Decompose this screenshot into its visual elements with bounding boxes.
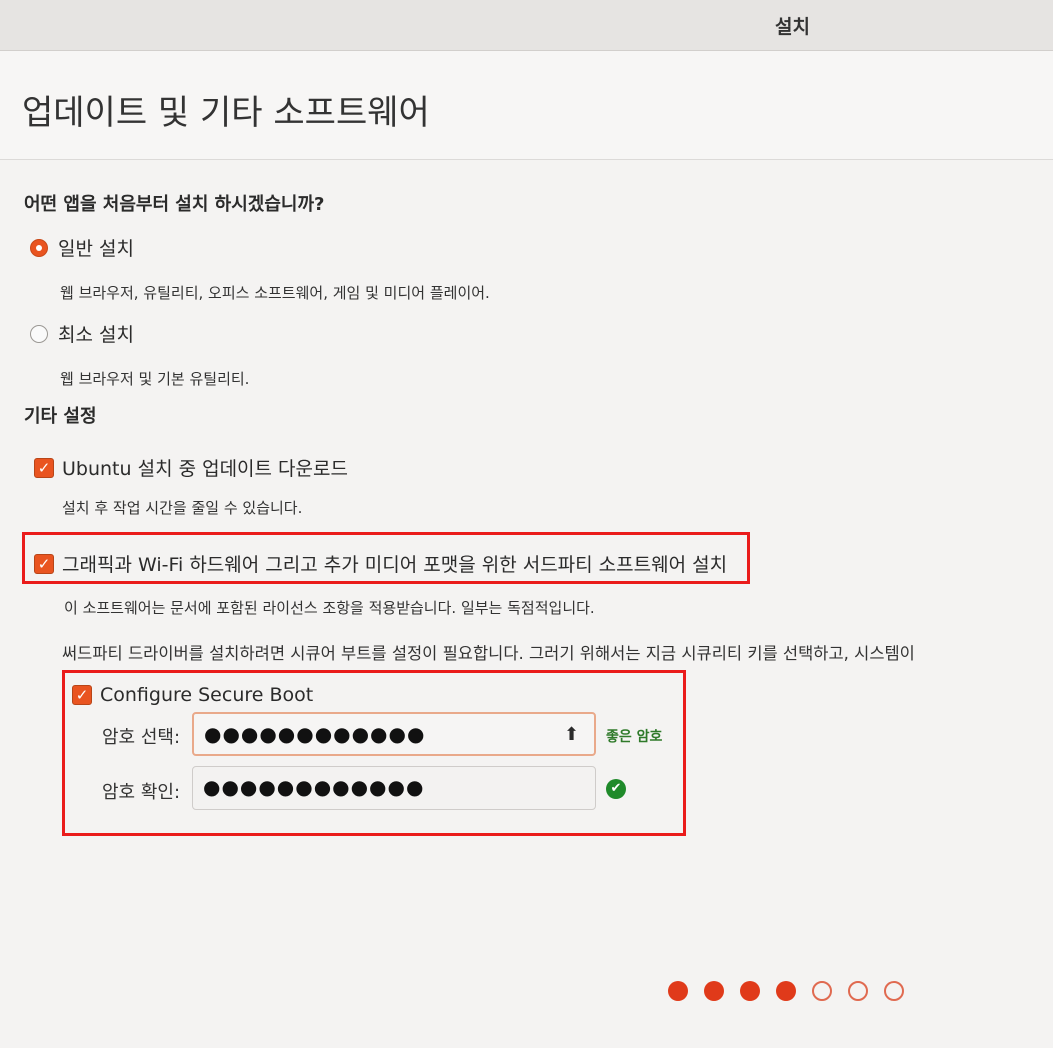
- minimal-install-radio[interactable]: [30, 324, 48, 343]
- title-bar: 설치: [0, 0, 1053, 51]
- normal-install-radio[interactable]: [30, 238, 48, 257]
- secure-boot-option[interactable]: ✓ Configure Secure Boot: [72, 684, 313, 706]
- page-header: 업데이트 및 기타 소프트웨어: [0, 51, 1053, 160]
- progress-dot-3: [740, 981, 760, 1001]
- progress-dot-5: [812, 981, 832, 1001]
- check-circle-icon: ✔: [606, 779, 626, 799]
- minimal-install-description: 웹 브라우저 및 기본 유틸리티.: [60, 370, 250, 388]
- confirm-password-input[interactable]: ●●●●●●●●●●●●: [192, 766, 596, 810]
- download-updates-option[interactable]: ✓ Ubuntu 설치 중 업데이트 다운로드: [34, 454, 348, 481]
- progress-dot-6: [848, 981, 868, 1001]
- third-party-label: 그래픽과 Wi-Fi 하드웨어 그리고 추가 미디어 포맷을 위한 서드파티 소…: [62, 554, 728, 576]
- secure-boot-notice: 써드파티 드라이버를 설치하려면 시큐어 부트를 설정이 필요합니다. 그러기 …: [62, 644, 915, 663]
- minimal-install-option[interactable]: 최소 설치: [30, 320, 134, 347]
- secure-boot-checkbox[interactable]: ✓: [72, 685, 92, 705]
- page-title: 업데이트 및 기타 소프트웨어: [22, 93, 430, 133]
- password-label: 암호 선택:: [102, 727, 181, 748]
- secure-boot-label: Configure Secure Boot: [100, 684, 314, 706]
- window-title: 설치: [775, 16, 810, 38]
- progress-dot-4: [776, 981, 796, 1001]
- progress-dot-2: [704, 981, 724, 1001]
- download-updates-description: 설치 후 작업 시간을 줄일 수 있습니다.: [62, 499, 303, 517]
- normal-install-description: 웹 브라우저, 유틸리티, 오피스 소프트웨어, 게임 및 미디어 플레이어.: [60, 284, 490, 302]
- third-party-description: 이 소프트웨어는 문서에 포함된 라이선스 조항을 적용받습니다. 일부는 독점…: [64, 599, 595, 617]
- minimal-install-label: 최소 설치: [58, 324, 134, 346]
- password-strength: 좋은 암호: [606, 729, 663, 745]
- normal-install-option[interactable]: 일반 설치: [30, 234, 134, 261]
- caps-lock-icon: ⬆: [564, 724, 580, 745]
- normal-install-label: 일반 설치: [58, 238, 134, 260]
- download-updates-label: Ubuntu 설치 중 업데이트 다운로드: [62, 458, 348, 480]
- main-content: 어떤 앱을 처음부터 설치 하시겠습니까? 일반 설치 웹 브라우저, 유틸리티…: [0, 160, 1053, 1048]
- third-party-option[interactable]: ✓ 그래픽과 Wi-Fi 하드웨어 그리고 추가 미디어 포맷을 위한 서드파티…: [34, 550, 727, 577]
- progress-dots: [668, 981, 920, 1001]
- download-updates-checkbox[interactable]: ✓: [34, 457, 54, 478]
- other-settings-heading: 기타 설정: [24, 406, 97, 427]
- installer-window: 설치 업데이트 및 기타 소프트웨어 어떤 앱을 처음부터 설치 하시겠습니까?…: [0, 0, 1053, 1048]
- install-type-question: 어떤 앱을 처음부터 설치 하시겠습니까?: [24, 194, 325, 215]
- confirm-password-label: 암호 확인:: [102, 782, 181, 803]
- progress-dot-7: [884, 981, 904, 1001]
- progress-dot-1: [668, 981, 688, 1001]
- third-party-checkbox[interactable]: ✓: [34, 553, 54, 574]
- password-input[interactable]: ●●●●●●●●●●●●: [192, 712, 596, 756]
